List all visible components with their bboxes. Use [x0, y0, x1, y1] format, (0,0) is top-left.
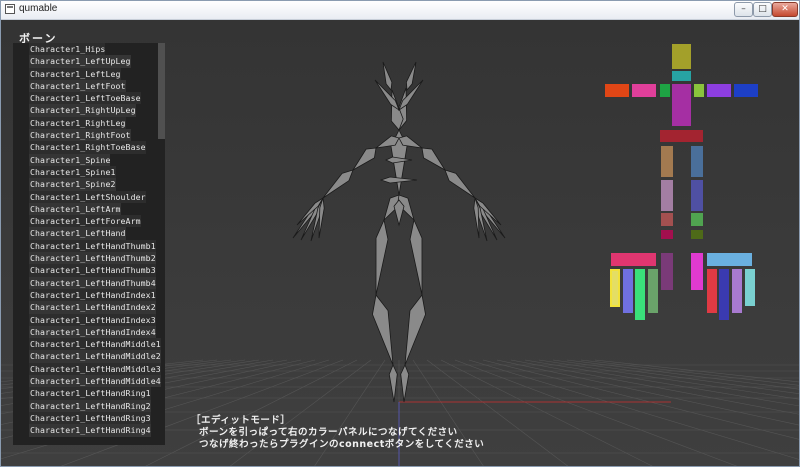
- bone-mesh[interactable]: [385, 156, 413, 164]
- maximize-button[interactable]: □: [753, 2, 772, 17]
- bone-list-item[interactable]: Character1_Spine2: [29, 178, 116, 191]
- bone-list-item[interactable]: Character1_Spine: [29, 153, 111, 166]
- color-panel-left-thumb[interactable]: [661, 253, 673, 290]
- skeleton-model[interactable]: [292, 61, 506, 403]
- color-panel-left-shoulder[interactable]: [605, 84, 629, 97]
- bone-list-item[interactable]: Character1_Spine1: [29, 165, 116, 179]
- color-panel-left-forearm[interactable]: [660, 84, 670, 97]
- bone-mesh[interactable]: [444, 169, 476, 199]
- bone-mesh[interactable]: [421, 147, 446, 171]
- color-panel-right-finger-1[interactable]: [719, 269, 729, 320]
- bone-list-item[interactable]: Character1_Hips: [29, 43, 106, 56]
- bone-list-item[interactable]: Character1_LeftHandRing3: [29, 411, 151, 425]
- bone-mesh[interactable]: [404, 294, 426, 366]
- color-panel-right-finger-0[interactable]: [707, 269, 717, 313]
- app-window: qumable – □ ✕ ボーン Character1_Hips Charact…: [0, 0, 800, 467]
- bone-list-item[interactable]: Character1_RightFoot: [29, 129, 131, 142]
- bone-mesh[interactable]: [400, 363, 410, 403]
- 3d-viewport[interactable]: ボーン Character1_Hips Character1_LeftUpLeg C…: [1, 20, 799, 466]
- bone-mesh[interactable]: [405, 61, 417, 92]
- bone-list-scrollbar[interactable]: [158, 43, 165, 139]
- color-panel-left-arm[interactable]: [632, 84, 656, 97]
- color-panel-right-leg-2[interactable]: [691, 213, 703, 226]
- close-button[interactable]: ✕: [772, 2, 798, 17]
- bone-mesh[interactable]: [393, 199, 405, 227]
- edit-mode-title: ［エディットモード］: [191, 415, 291, 426]
- color-panel-left-finger-2[interactable]: [635, 269, 645, 320]
- color-panel-chest[interactable]: [672, 84, 691, 126]
- edit-mode-message: ［エディットモード］ ボーンを引っぱって右のカラーパネルにつなげてください つな…: [191, 415, 484, 451]
- bone-list-item[interactable]: Character1_LeftHandThumb4: [29, 276, 156, 289]
- bone-list-item[interactable]: Character1_LeftHandThumb3: [29, 264, 156, 277]
- color-panel-right-leg-3[interactable]: [691, 230, 703, 239]
- color-panel-left-finger-1[interactable]: [623, 269, 633, 313]
- color-panel-right-leg-1[interactable]: [691, 180, 703, 211]
- color-panel-hips[interactable]: [660, 130, 703, 142]
- color-panel-neck[interactable]: [672, 71, 691, 81]
- minimize-button[interactable]: –: [734, 2, 753, 17]
- bone-list-item[interactable]: Character1_LeftLeg: [29, 67, 121, 80]
- bone-list-item[interactable]: Character1_LeftHandIndex4: [29, 325, 156, 339]
- color-panel-right-leg-0[interactable]: [691, 146, 703, 177]
- bone-list-item[interactable]: Character1_LeftHandMiddle4: [29, 375, 161, 388]
- bone-list-item[interactable]: Character1_RightToeBase: [29, 141, 146, 154]
- bone-mesh[interactable]: [322, 169, 354, 199]
- bone-mesh[interactable]: [352, 147, 377, 171]
- bone-list-item[interactable]: Character1_LeftHandThumb1: [29, 239, 156, 253]
- color-panel-left-leg-1[interactable]: [661, 180, 673, 211]
- app-icon: [5, 4, 15, 14]
- edit-mode-instruction-2: つなげ終わったらプラグインのconnectボタンをしてください: [199, 439, 485, 450]
- edit-mode-instruction-1: ボーンを引っぱって右のカラーパネルにつなげてください: [199, 427, 458, 438]
- bone-list-item[interactable]: Character1_LeftHandIndex2: [29, 301, 156, 314]
- bone-list-item[interactable]: Character1_LeftToeBase: [29, 92, 141, 105]
- bone-list-item[interactable]: Character1_LeftHand: [29, 227, 126, 240]
- bone-list-item[interactable]: Character1_LeftShoulder: [29, 190, 146, 203]
- bone-list-item[interactable]: Character1_LeftHandThumb2: [29, 252, 156, 265]
- bone-mesh[interactable]: [388, 363, 398, 403]
- bone-list-item[interactable]: Character1_LeftHandIndex3: [29, 313, 156, 326]
- bone-list-item[interactable]: Character1_LeftHandRing1: [29, 387, 151, 400]
- bone-list-item[interactable]: Character1_LeftHandMiddle3: [29, 362, 161, 376]
- bone-list-item[interactable]: Character1_LeftHandRing2: [29, 399, 151, 412]
- bone-list-item[interactable]: Character1_LeftHandIndex1: [29, 288, 156, 302]
- bone-mesh[interactable]: [375, 218, 389, 296]
- color-panel-right-finger-3[interactable]: [745, 269, 755, 306]
- color-panel-left-finger-0[interactable]: [610, 269, 620, 307]
- color-panel-left-palm[interactable]: [611, 253, 656, 266]
- bone-list[interactable]: Character1_Hips Character1_LeftUpLeg Chara…: [13, 43, 165, 445]
- bone-list-item[interactable]: Character1_LeftHandMiddle2: [29, 350, 161, 363]
- color-panel-left-leg-2[interactable]: [661, 213, 673, 226]
- color-panel-left-finger-3[interactable]: [648, 269, 658, 313]
- bone-mesh[interactable]: [409, 218, 423, 296]
- color-panel-right-thumb[interactable]: [691, 253, 703, 290]
- bone-list-item[interactable]: Character1_LeftArm: [29, 202, 121, 216]
- color-panel-right-forearm[interactable]: [734, 84, 758, 97]
- window-title: qumable: [19, 3, 58, 14]
- bone-mesh[interactable]: [382, 61, 393, 92]
- color-panel-head[interactable]: [672, 44, 691, 69]
- color-panel-right-shoulder[interactable]: [694, 84, 704, 97]
- color-panel-right-arm[interactable]: [707, 84, 731, 97]
- color-panel-right-finger-2[interactable]: [732, 269, 742, 313]
- bone-mesh[interactable]: [379, 176, 418, 184]
- bone-list-item[interactable]: Character1_LeftUpLeg: [29, 55, 131, 68]
- bone-list-item[interactable]: Character1_LeftHandMiddle1: [29, 338, 161, 351]
- bone-list-item[interactable]: Character1_LeftFoot: [29, 79, 126, 93]
- bone-mesh[interactable]: [372, 294, 394, 366]
- bone-list-item[interactable]: Character1_RightUpLeg: [29, 104, 136, 117]
- color-panel-left-leg-3[interactable]: [661, 230, 673, 239]
- title-bar[interactable]: qumable – □ ✕: [1, 1, 799, 20]
- color-panel-right-palm[interactable]: [707, 253, 752, 266]
- color-panel-left-leg-0[interactable]: [661, 146, 673, 177]
- bone-list-item[interactable]: Character1_RightLeg: [29, 116, 126, 130]
- bone-list-item[interactable]: Character1_LeftForeArm: [29, 215, 141, 228]
- bone-list-item[interactable]: Character1_LeftHandRing4: [29, 424, 151, 437]
